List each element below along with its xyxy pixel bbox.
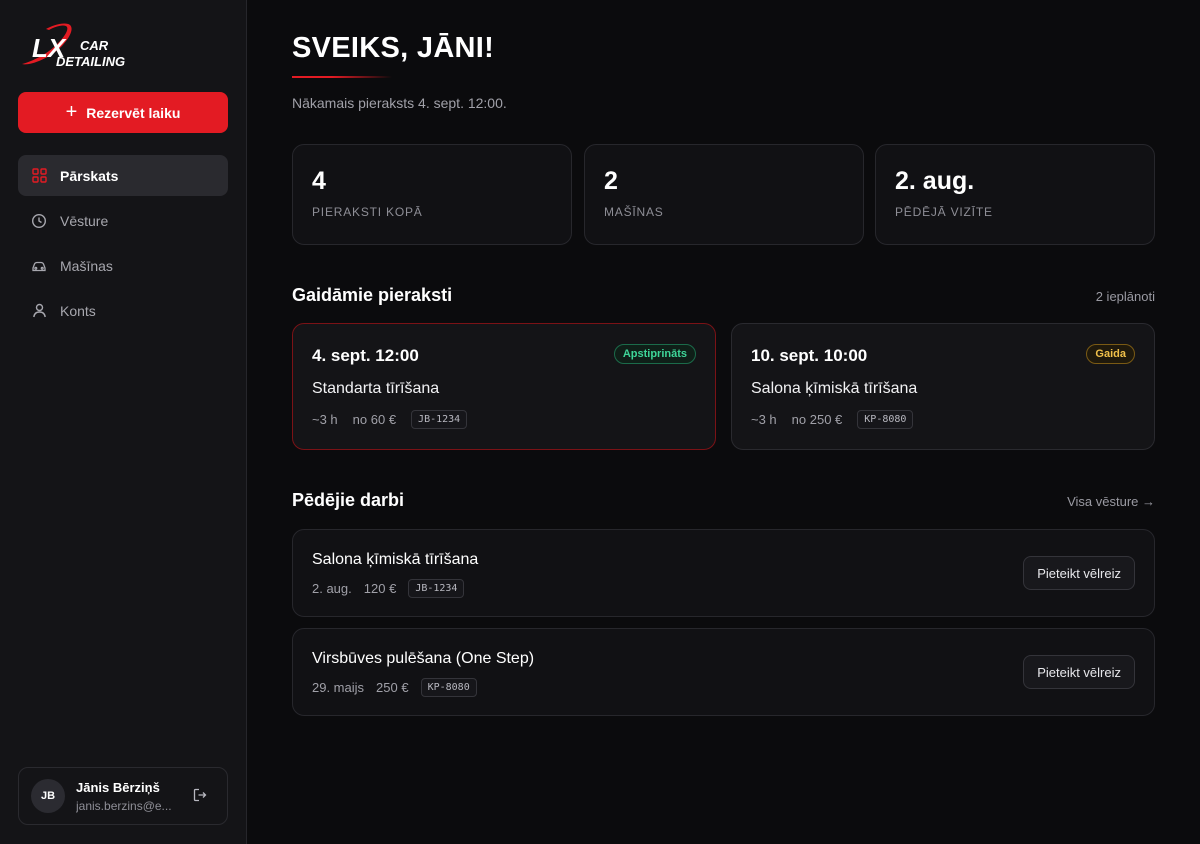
logout-icon[interactable] — [193, 788, 209, 804]
stat-value: 2. aug. — [895, 167, 975, 195]
rebook-button[interactable]: Pieteikt vēlreiz — [1023, 556, 1135, 590]
sidebar-item-account[interactable]: Konts — [18, 290, 228, 331]
brand-logo[interactable]: LX CAR DETAILING — [18, 20, 153, 72]
user-name: Jānis Bērziņš — [76, 779, 160, 795]
page-title: SVEIKS, JĀNI! — [292, 32, 495, 64]
sidebar-item-label: Pārskats — [60, 167, 119, 184]
next-appointment-text: Nākamais pieraksts 4. sept. 12:00. — [292, 95, 507, 111]
title-underline — [292, 76, 392, 78]
sidebar-item-label: Mašīnas — [60, 257, 113, 274]
license-plate: JB-1234 — [408, 579, 465, 598]
appointment-card[interactable]: 10. sept. 10:00 Gaida Salona ķīmiskā tīr… — [731, 323, 1155, 450]
book-appointment-label: Rezervēt laiku — [86, 104, 181, 121]
rebook-button[interactable]: Pieteikt vēlreiz — [1023, 655, 1135, 689]
job-date: 2. aug. — [312, 581, 352, 596]
stat-value: 4 — [312, 167, 326, 195]
stat-card-last-visit: 2. aug. PĒDĒJĀ VIZĪTE — [875, 144, 1155, 245]
avatar: JB — [31, 779, 65, 813]
svg-text:CAR: CAR — [80, 38, 109, 53]
appointment-service: Salona ķīmiskā tīrīšana — [751, 380, 918, 397]
license-plate: JB-1234 — [411, 410, 468, 429]
main-content: SVEIKS, JĀNI! Nākamais pieraksts 4. sept… — [247, 0, 1200, 844]
stat-card-total: 4 PIERAKSTI KOPĀ — [292, 144, 572, 245]
upcoming-count: 2 ieplānoti — [1095, 289, 1155, 304]
job-price: 250 € — [376, 680, 409, 695]
recent-job-row: Virsbūves pulēšana (One Step) 29. maijs … — [292, 628, 1155, 716]
appointment-meta: ~3 h no 250 € KP-8080 — [751, 410, 914, 429]
status-badge: Gaida — [1086, 344, 1135, 364]
sidebar-item-cars[interactable]: Mašīnas — [18, 245, 228, 286]
appointment-card[interactable]: 4. sept. 12:00 Apstiprināts Standarta tī… — [292, 323, 716, 450]
grid-icon — [31, 168, 47, 184]
user-email: janis.berzins@e... — [76, 798, 172, 813]
stat-label: PIERAKSTI KOPĀ — [312, 205, 423, 219]
upcoming-section-title: Gaidāmie pieraksti — [292, 285, 453, 305]
sidebar: LX CAR DETAILING + Rezervēt laiku Pārska… — [0, 0, 247, 844]
appointment-date: 4. sept. 12:00 — [312, 346, 419, 365]
stat-value: 2 — [604, 167, 618, 195]
job-price: 120 € — [363, 581, 397, 596]
history-link[interactable]: Visa vēsture → — [1067, 494, 1155, 509]
sidebar-item-overview[interactable]: Pārskats — [18, 155, 228, 196]
status-badge: Apstiprināts — [613, 344, 696, 364]
license-plate: KP-8080 — [857, 410, 914, 429]
user-icon — [31, 303, 47, 319]
sidebar-item-label: Konts — [60, 302, 96, 319]
book-appointment-button[interactable]: + Rezervēt laiku — [18, 92, 228, 133]
stat-label: MAŠĪNAS — [604, 205, 664, 219]
user-card: JB Jānis Bērziņš janis.berzins@e... — [18, 767, 228, 825]
job-title: Virsbūves pulēšana (One Step) — [312, 650, 535, 667]
license-plate: KP-8080 — [420, 678, 477, 697]
logo-graphic: LX CAR DETAILING — [22, 23, 125, 69]
appointment-date: 10. sept. 10:00 — [751, 346, 868, 365]
duration: ~3 h — [312, 412, 338, 427]
job-meta: 2. aug. 120 € JB-1234 — [312, 579, 465, 598]
appointment-meta: ~3 h no 60 € JB-1234 — [312, 410, 468, 429]
recent-section-title: Pēdējie darbi — [292, 490, 405, 510]
sidebar-item-history[interactable]: Vēsture — [18, 200, 228, 241]
svg-text:DETAILING: DETAILING — [56, 54, 125, 69]
duration: ~3 h — [751, 412, 777, 427]
stat-label: PĒDĒJĀ VIZĪTE — [895, 205, 993, 219]
sidebar-nav: Pārskats Vēsture Mašīnas Konts — [18, 155, 228, 335]
price: no 250 € — [791, 412, 843, 427]
car-icon — [31, 258, 47, 274]
price: no 60 € — [352, 412, 397, 427]
job-meta: 29. maijs 250 € KP-8080 — [312, 678, 477, 697]
job-title: Salona ķīmiskā tīrīšana — [312, 551, 479, 568]
stat-card-cars: 2 MAŠĪNAS — [584, 144, 864, 245]
sidebar-item-label: Vēsture — [60, 212, 109, 229]
recent-job-row: Salona ķīmiskā tīrīšana 2. aug. 120 € JB… — [292, 529, 1155, 617]
clock-icon — [31, 213, 47, 229]
plus-icon: + — [65, 100, 78, 123]
job-date: 29. maijs — [312, 680, 365, 695]
appointment-service: Standarta tīrīšana — [312, 380, 440, 397]
